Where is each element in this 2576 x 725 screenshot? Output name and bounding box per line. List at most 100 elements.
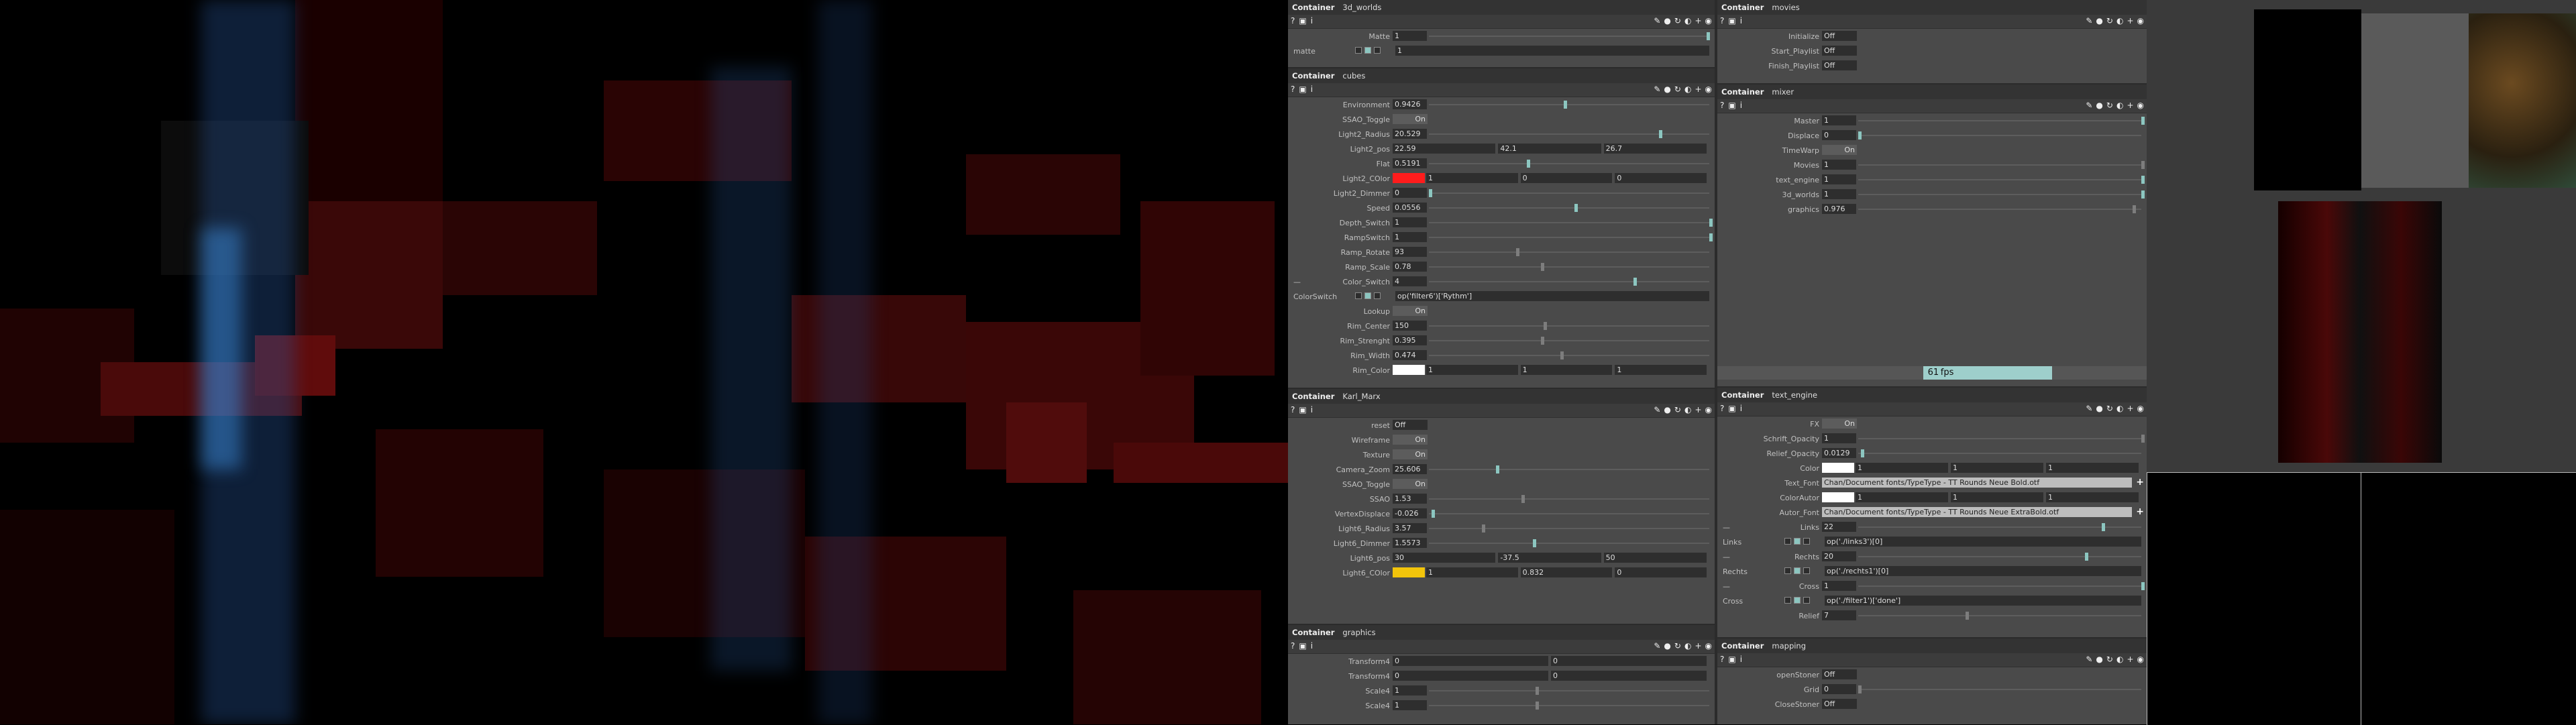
param-toggle[interactable]: Off	[1393, 420, 1428, 430]
param-slider[interactable]	[1429, 702, 1709, 710]
param-value-field[interactable]: 0	[1822, 684, 1856, 694]
slider-knob[interactable]	[1563, 101, 1567, 109]
settings-icon[interactable]: ◉	[1705, 85, 1712, 94]
param-slider[interactable]	[1858, 449, 2141, 457]
param-slider[interactable]	[1429, 322, 1709, 330]
refresh-icon[interactable]: ↻	[2106, 101, 2113, 110]
param-expression-field[interactable]: op('./rechts1')[0]	[1825, 566, 2141, 576]
param-value-field[interactable]: 4	[1393, 276, 1427, 286]
param-expression-field[interactable]: op('./links3')[0]	[1825, 537, 2141, 547]
param-slider[interactable]	[1858, 582, 2145, 590]
param-value-field[interactable]: 150	[1393, 321, 1427, 331]
param-toggle[interactable]: On	[1822, 419, 1857, 429]
info-icon[interactable]: i	[1311, 405, 1313, 414]
param-toggle[interactable]: On	[1393, 306, 1428, 316]
settings-icon[interactable]: ◉	[1705, 405, 1712, 414]
param-value-field[interactable]: 22	[1822, 522, 1856, 532]
refresh-icon[interactable]: ↻	[2106, 655, 2113, 664]
param-value-field[interactable]: -37.5	[1498, 553, 1601, 563]
param-slider[interactable]	[1858, 161, 2145, 169]
info-icon[interactable]: i	[1740, 101, 1742, 110]
param-slider[interactable]	[1429, 465, 1709, 473]
param-value-field[interactable]: 1.53	[1393, 494, 1427, 504]
palette-icon[interactable]: ◐	[2116, 101, 2123, 110]
camera-icon[interactable]: ▣	[1728, 404, 1735, 413]
param-value-field[interactable]: 0	[1551, 656, 1707, 666]
mode-icon[interactable]	[1784, 538, 1791, 545]
param-slider[interactable]	[1858, 612, 2141, 620]
slider-knob[interactable]	[1535, 687, 1539, 695]
settings-icon[interactable]: ◉	[1705, 16, 1712, 25]
param-slider[interactable]	[1858, 523, 2141, 531]
param-value-field[interactable]: 0	[1615, 173, 1707, 183]
param-slider[interactable]	[1429, 189, 1709, 197]
param-value-field[interactable]: 1	[1393, 31, 1427, 41]
palette-icon[interactable]: ◐	[1684, 405, 1691, 414]
slider-knob[interactable]	[1633, 278, 1638, 286]
param-value-field[interactable]: 0.832	[1520, 567, 1613, 577]
edit-icon[interactable]: ✎	[2086, 655, 2092, 664]
param-value-field[interactable]: 1	[1822, 115, 1856, 125]
param-slider[interactable]	[1429, 160, 1709, 168]
param-slider[interactable]	[1429, 495, 1709, 503]
add-icon[interactable]: +	[2127, 101, 2133, 110]
param-slider[interactable]	[1429, 204, 1709, 212]
refresh-icon[interactable]: ↻	[1674, 405, 1681, 414]
param-value-field[interactable]: 0	[1393, 671, 1548, 681]
edit-icon[interactable]: ✎	[2086, 16, 2092, 25]
palette-icon[interactable]: ◐	[1684, 641, 1691, 651]
mode-icon[interactable]	[1374, 292, 1381, 299]
param-toggle[interactable]: On	[1393, 114, 1428, 124]
add-font-button[interactable]: +	[2136, 506, 2144, 517]
edit-icon[interactable]: ✎	[1654, 16, 1660, 25]
comment-icon[interactable]: ●	[2096, 101, 2102, 110]
param-toggle[interactable]: On	[1393, 449, 1428, 459]
camera-icon[interactable]: ▣	[1299, 85, 1306, 94]
param-slider[interactable]	[1858, 190, 2145, 199]
param-slider[interactable]	[1429, 539, 1709, 547]
slider-knob[interactable]	[1560, 351, 1564, 359]
expr-mode-icons[interactable]	[1355, 47, 1383, 56]
slider-knob[interactable]	[2141, 117, 2145, 125]
mode-icon[interactable]	[1803, 567, 1810, 574]
param-value-field[interactable]: 0.78	[1393, 262, 1427, 272]
param-value-field[interactable]: 1	[1615, 365, 1707, 375]
param-value-field[interactable]: 1	[2045, 492, 2139, 502]
comment-icon[interactable]: ●	[1664, 405, 1670, 414]
add-icon[interactable]: +	[1695, 405, 1701, 414]
slider-knob[interactable]	[2133, 205, 2137, 213]
slider-knob[interactable]	[1966, 612, 1970, 620]
camera-icon[interactable]: ▣	[1728, 655, 1735, 664]
slider-knob[interactable]	[1574, 204, 1578, 212]
help-icon[interactable]: ?	[1291, 405, 1295, 414]
palette-icon[interactable]: ◐	[2116, 404, 2123, 413]
palette-icon[interactable]: ◐	[2116, 16, 2123, 25]
param-slider[interactable]	[1429, 524, 1709, 533]
param-value-field[interactable]: 1	[1822, 174, 1856, 184]
param-value-field[interactable]: 1.5573	[1393, 538, 1427, 548]
slider-knob[interactable]	[1861, 449, 1865, 457]
param-value-field[interactable]: 1	[1393, 700, 1427, 710]
param-value-field[interactable]: 1	[1822, 189, 1856, 199]
camera-icon[interactable]: ▣	[1299, 405, 1306, 414]
add-font-button[interactable]: +	[2136, 477, 2144, 488]
add-icon[interactable]: +	[2127, 404, 2133, 413]
param-slider[interactable]	[1429, 351, 1709, 359]
mode-icon[interactable]	[1784, 567, 1791, 574]
param-value-field[interactable]: 93	[1393, 247, 1427, 257]
palette-icon[interactable]: ◐	[1684, 16, 1691, 25]
add-icon[interactable]: +	[2127, 655, 2133, 664]
param-value-field[interactable]: 0	[1520, 173, 1613, 183]
param-value-field[interactable]: -0.026	[1393, 508, 1427, 518]
settings-icon[interactable]: ◉	[1705, 641, 1712, 651]
param-value-field[interactable]: 0	[1615, 567, 1707, 577]
mode-icon[interactable]	[1364, 292, 1371, 299]
help-icon[interactable]: ?	[1291, 85, 1295, 94]
palette-icon[interactable]: ◐	[2116, 655, 2123, 664]
refresh-icon[interactable]: ↻	[2106, 404, 2113, 413]
help-icon[interactable]: ?	[1720, 404, 1724, 413]
param-expression-field[interactable]: op('./filter1')['done']	[1825, 596, 2141, 606]
param-slider[interactable]	[1429, 687, 1709, 695]
add-icon[interactable]: +	[1695, 641, 1701, 651]
param-slider[interactable]	[1429, 248, 1709, 256]
